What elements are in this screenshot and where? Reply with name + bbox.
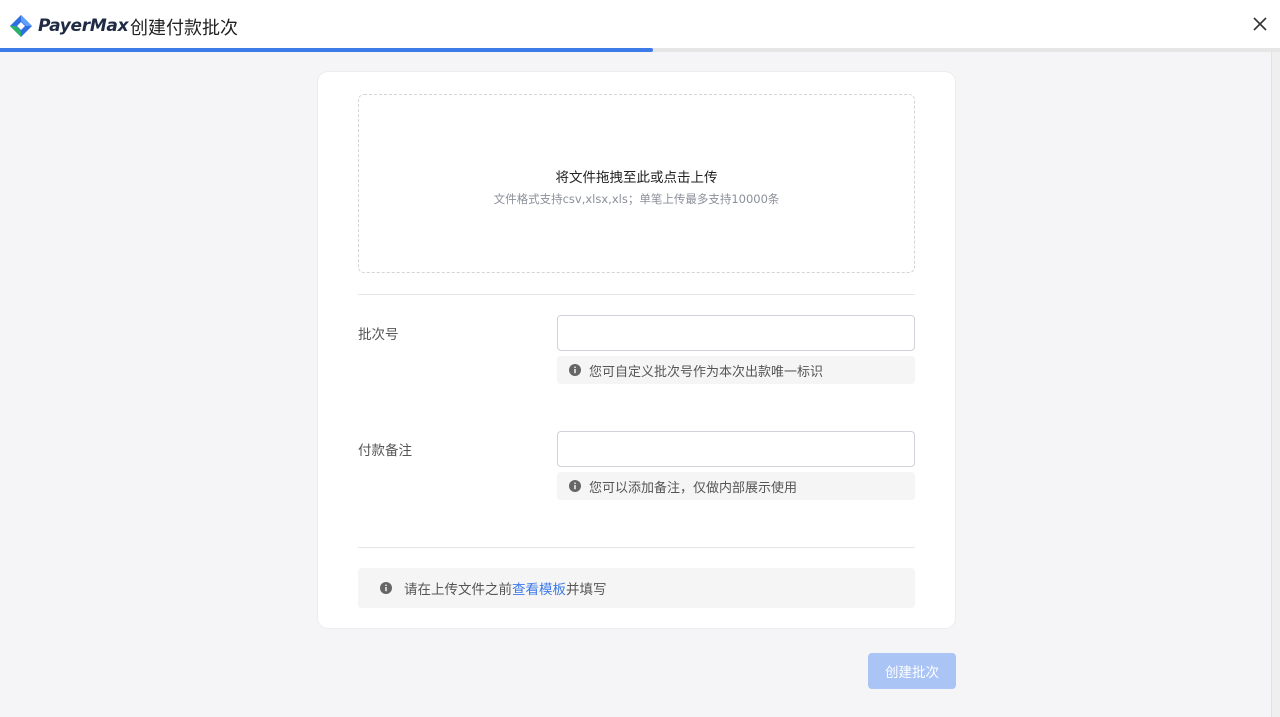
step-progress-bar	[0, 48, 1280, 52]
scrollbar[interactable]	[1271, 52, 1280, 717]
divider	[358, 294, 915, 295]
create-batch-button[interactable]: 创建批次	[868, 653, 956, 689]
upload-hint: 文件格式支持csv,xlsx,xls；单笔上传最多支持10000条	[493, 192, 780, 206]
batch-form-card: 将文件拖拽至此或点击上传 文件格式支持csv,xlsx,xls；单笔上传最多支持…	[318, 72, 955, 628]
batch-no-label: 批次号	[358, 327, 399, 343]
close-icon[interactable]	[1250, 14, 1270, 34]
batch-no-hint-text: 您可自定义批次号作为本次出款唯一标识	[589, 364, 824, 380]
payermax-logo-icon	[10, 15, 32, 37]
page-title: 创建付款批次	[130, 18, 238, 39]
batch-no-hint: 您可自定义批次号作为本次出款唯一标识	[557, 356, 915, 384]
upload-title: 将文件拖拽至此或点击上传	[555, 170, 718, 186]
notice-text-after: 并填写	[566, 582, 607, 598]
info-icon	[380, 582, 392, 594]
remark-input[interactable]	[557, 431, 915, 467]
remark-label: 付款备注	[358, 443, 412, 459]
file-upload-dropzone[interactable]: 将文件拖拽至此或点击上传 文件格式支持csv,xlsx,xls；单笔上传最多支持…	[358, 94, 915, 273]
remark-hint-text: 您可以添加备注，仅做内部展示使用	[589, 480, 798, 496]
brand-logo: PayerMax	[9, 13, 129, 39]
remark-hint: 您可以添加备注，仅做内部展示使用	[557, 472, 915, 500]
brand-name: PayerMax	[38, 16, 129, 36]
info-icon	[569, 480, 581, 492]
batch-no-input[interactable]	[557, 315, 915, 351]
template-notice: 请在上传文件之前 查看模板 并填写	[358, 568, 915, 608]
step-progress-fill	[0, 48, 653, 52]
info-icon	[569, 364, 581, 376]
divider	[358, 547, 915, 548]
notice-text-before: 请在上传文件之前	[404, 582, 512, 598]
view-template-link[interactable]: 查看模板	[512, 578, 566, 598]
top-bar: PayerMax 创建付款批次	[0, 0, 1280, 52]
